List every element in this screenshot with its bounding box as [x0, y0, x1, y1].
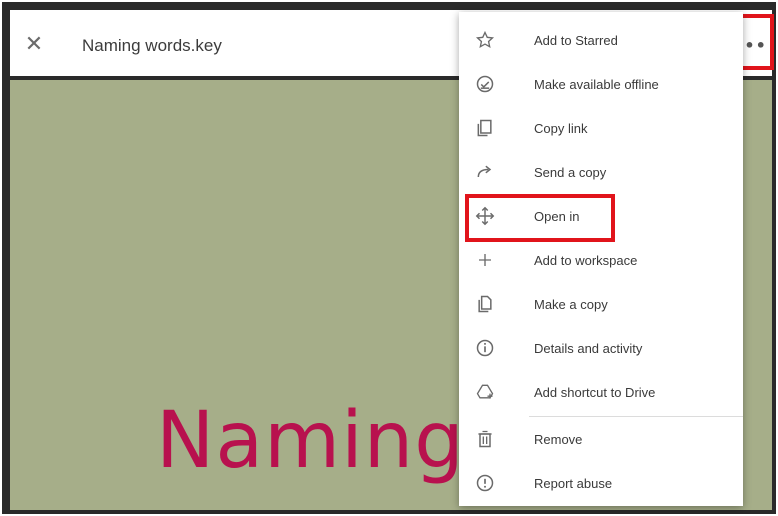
- file-title: Naming words.key: [82, 36, 222, 55]
- offline-icon: [473, 72, 497, 96]
- menu-item-label: Add shortcut to Drive: [534, 384, 656, 400]
- copy-icon: [473, 292, 497, 316]
- menu-item-details-and-activity[interactable]: Details and activity: [459, 326, 743, 370]
- menu-item-label: Report abuse: [534, 475, 613, 491]
- menu-item-remove[interactable]: Remove: [459, 417, 743, 461]
- menu-item-send-a-copy[interactable]: Send a copy: [459, 150, 743, 194]
- star-icon: [473, 28, 497, 52]
- context-menu: Add to Starred Make available offline Co…: [459, 12, 743, 506]
- menu-item-label: Add to Starred: [534, 32, 618, 48]
- copy-link-icon: [473, 116, 497, 140]
- menu-item-label: Make available offline: [534, 76, 659, 92]
- send-icon: [473, 160, 497, 184]
- menu-item-label: Add to workspace: [534, 252, 638, 268]
- menu-item-make-a-copy[interactable]: Make a copy: [459, 282, 743, 326]
- menu-item-label: Copy link: [534, 120, 588, 136]
- plus-icon: [473, 248, 497, 272]
- menu-item-add-to-starred[interactable]: Add to Starred: [459, 18, 743, 62]
- menu-item-report-abuse[interactable]: Report abuse: [459, 461, 743, 505]
- menu-item-label: Details and activity: [534, 340, 643, 356]
- menu-item-add-shortcut-to-drive[interactable]: Add shortcut to Drive: [459, 370, 743, 414]
- close-icon: ✕: [24, 32, 44, 57]
- menu-item-copy-link[interactable]: Copy link: [459, 106, 743, 150]
- menu-item-label: Make a copy: [534, 296, 608, 312]
- close-button[interactable]: ✕: [24, 32, 44, 57]
- highlight-box-open-in: [465, 194, 615, 242]
- menu-item-label: Send a copy: [534, 164, 607, 180]
- slide-title-text: Naming: [156, 396, 465, 486]
- trash-icon: [473, 427, 497, 451]
- menu-item-make-available-offline[interactable]: Make available offline: [459, 62, 743, 106]
- app-frame: Naming ✕ Naming words.key ••• Add to Sta…: [2, 2, 776, 514]
- info-icon: [473, 336, 497, 360]
- add-shortcut-icon: [473, 380, 497, 404]
- menu-item-add-to-workspace[interactable]: Add to workspace: [459, 238, 743, 282]
- menu-item-label: Remove: [534, 431, 583, 447]
- report-icon: [473, 471, 497, 495]
